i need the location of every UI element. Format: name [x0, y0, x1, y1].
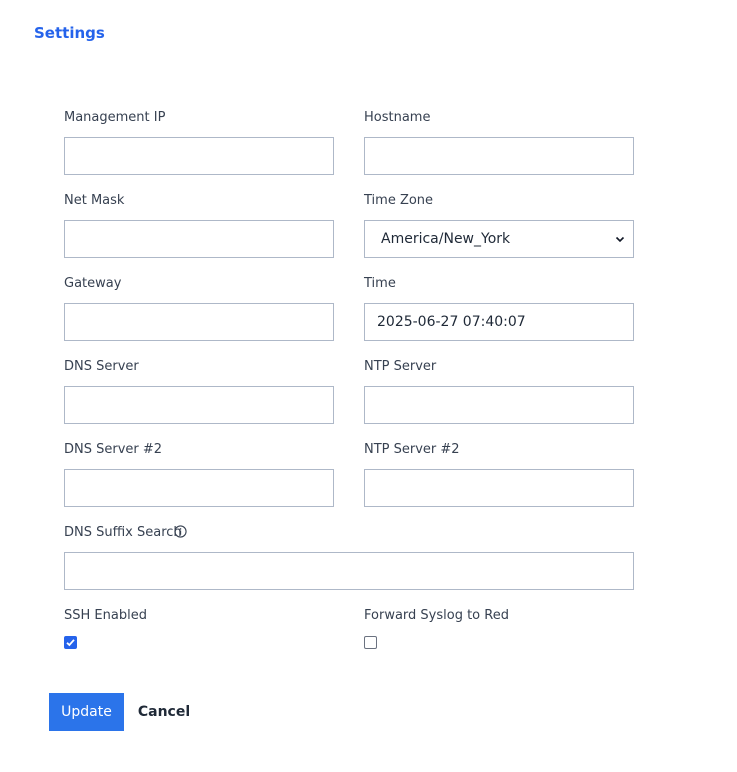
page-title: Settings [34, 24, 105, 42]
forward-syslog-checkbox[interactable] [364, 636, 377, 649]
ntp-server-2-input[interactable] [364, 469, 634, 507]
dns-server-label: DNS Server [64, 359, 139, 374]
update-button[interactable]: Update [49, 693, 124, 731]
time-zone-select[interactable]: America/New_York [364, 220, 634, 258]
settings-page: Settings Management IP Hostname Net Mask… [0, 0, 737, 772]
hostname-label: Hostname [364, 110, 431, 125]
management-ip-label: Management IP [64, 110, 166, 125]
hostname-input[interactable] [364, 137, 634, 175]
time-zone-label: Time Zone [364, 193, 434, 208]
ntp-server-2-label: NTP Server #2 [364, 442, 460, 457]
time-input[interactable] [364, 303, 634, 341]
gateway-label: Gateway [64, 276, 122, 291]
ntp-server-input[interactable] [364, 386, 634, 424]
net-mask-input[interactable] [64, 220, 334, 258]
dns-server-2-label: DNS Server #2 [64, 442, 163, 457]
ntp-server-label: NTP Server [364, 359, 437, 374]
forward-syslog-label: Forward Syslog to Red [364, 608, 509, 623]
info-icon[interactable] [174, 525, 187, 538]
time-zone-value: America/New_York [381, 231, 511, 247]
dns-server-input[interactable] [64, 386, 334, 424]
net-mask-label: Net Mask [64, 193, 125, 208]
ssh-enabled-checkbox[interactable] [64, 636, 77, 649]
management-ip-input[interactable] [64, 137, 334, 175]
ssh-enabled-label: SSH Enabled [64, 608, 147, 623]
dns-suffix-search-label: DNS Suffix Search [64, 525, 182, 540]
dns-suffix-search-input[interactable] [64, 552, 634, 590]
checkmark-icon [66, 639, 75, 647]
time-label: Time [364, 276, 396, 291]
gateway-input[interactable] [64, 303, 334, 341]
chevron-down-icon [615, 236, 625, 243]
cancel-button[interactable]: Cancel [130, 693, 198, 731]
dns-server-2-input[interactable] [64, 469, 334, 507]
